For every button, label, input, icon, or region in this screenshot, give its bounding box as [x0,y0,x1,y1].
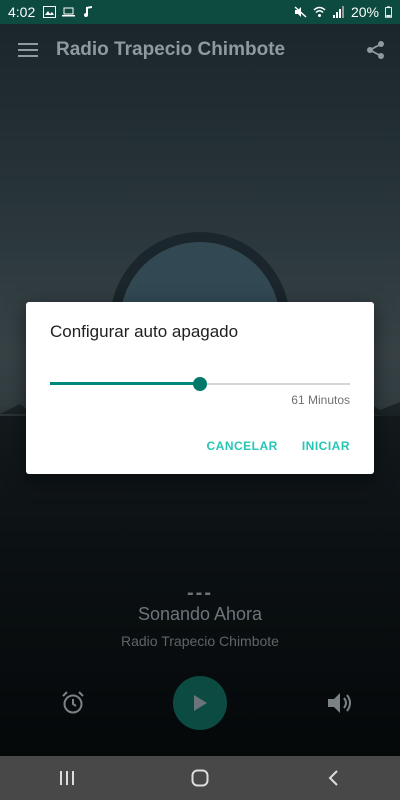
now-playing-title: Sonando Ahora [137,604,263,624]
signal-icon [332,6,344,18]
station-name: Radio Trapecio Chimbote [121,633,279,649]
alarm-icon[interactable] [60,690,86,716]
play-button[interactable] [173,676,227,730]
home-button[interactable] [170,756,230,800]
timer-slider[interactable] [50,374,350,394]
system-nav-bar [0,756,400,800]
start-button[interactable]: INICIAR [302,439,350,453]
wifi-icon [313,6,326,17]
laptop-icon [62,7,76,17]
app-toolbar: Radio Trapecio Chimbote [0,24,400,76]
track-placeholder: --- [187,582,213,604]
battery-percent: 20% [350,4,379,20]
battery-icon [385,6,392,18]
slider-fill [50,382,200,385]
volume-icon[interactable] [326,690,354,716]
back-icon [328,770,339,786]
app-title: Radio Trapecio Chimbote [56,39,286,60]
gallery-icon [43,6,57,18]
back-button[interactable] [303,756,363,800]
status-bar: 4:02 20% [0,0,400,24]
slider-thumb[interactable] [193,377,207,391]
sleep-timer-dialog: Configurar auto apagado 61 Minutos CANCE… [26,302,374,474]
play-icon [194,695,207,711]
dialog-actions: CANCELAR INICIAR [206,439,350,453]
share-icon [367,41,384,59]
share-button[interactable] [352,24,400,76]
mute-icon [294,6,307,18]
dialog-title: Configurar auto apagado [50,322,239,341]
cancel-button[interactable]: CANCELAR [206,439,277,453]
timer-value: 61 Minutos [291,393,350,407]
home-icon [191,769,209,787]
status-time: 4:02 [8,4,36,20]
menu-button[interactable] [0,24,56,76]
player-controls [0,676,400,732]
recents-button[interactable] [37,756,97,800]
recents-icon [59,771,74,785]
music-note-icon [84,6,93,17]
hamburger-menu-icon [18,43,38,57]
